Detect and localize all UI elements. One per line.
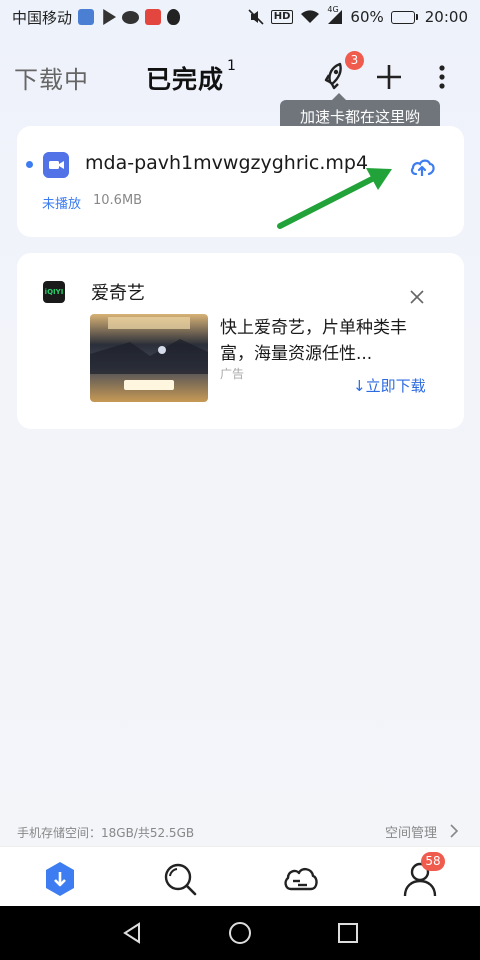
- storage-bar: 手机存储空间：18GB/共52.5GB 空间管理: [0, 820, 480, 844]
- annotation-arrow: [277, 168, 392, 229]
- cloud-upload-icon[interactable]: [409, 156, 435, 178]
- battery-percent: 60%: [350, 8, 384, 26]
- signal-group: 4G: [327, 5, 343, 25]
- battery-icon: [390, 10, 418, 24]
- play-status: 未播放: [42, 197, 82, 212]
- app-notification-icon: [78, 9, 95, 25]
- video-file-icon: [43, 152, 69, 178]
- qq-icon: [167, 9, 181, 25]
- recents-icon[interactable]: [336, 921, 360, 945]
- close-icon[interactable]: [409, 289, 425, 305]
- more-menu-button[interactable]: [432, 60, 452, 94]
- system-nav-bar: [0, 906, 480, 960]
- ad-card[interactable]: iQIYI 爱奇艺 快上爱奇艺，片单种类丰富，海量资源任性... 广告 ↓立即下…: [17, 253, 464, 429]
- bottom-nav: 58: [0, 846, 480, 906]
- ad-thumbnail-art: [90, 317, 208, 390]
- profile-badge: 58: [421, 852, 445, 871]
- storage-manage-link[interactable]: 空间管理: [385, 822, 437, 841]
- add-button[interactable]: [372, 60, 406, 94]
- unread-dot: [26, 161, 33, 168]
- chevron-right-icon[interactable]: [448, 824, 460, 838]
- nav-download-icon[interactable]: [40, 859, 80, 899]
- iqiyi-logo: iQIYI: [43, 281, 65, 303]
- completed-count: 1: [227, 58, 236, 74]
- status-bar: 中国移动 HD 4G 60% 20:00: [0, 0, 480, 34]
- carrier-label: 中国移动: [12, 8, 73, 27]
- status-right: HD 4G 60% 20:00: [248, 5, 468, 26]
- home-icon[interactable]: [228, 921, 252, 945]
- hd-icon: HD: [270, 10, 294, 24]
- header: 下载中 已完成 1 3: [0, 50, 480, 102]
- ad-thumbnail[interactable]: [90, 314, 208, 402]
- ad-download-button[interactable]: ↓立即下载: [353, 375, 426, 396]
- network-label: 4G: [327, 5, 339, 14]
- back-icon[interactable]: [120, 921, 144, 945]
- wifi-icon: [301, 10, 320, 23]
- file-size: 10.6MB: [93, 193, 143, 208]
- tab-completed[interactable]: 已完成: [146, 60, 224, 96]
- status-left: 中国移动: [12, 7, 181, 28]
- ad-label: 广告: [220, 367, 245, 381]
- app-red-icon: [145, 9, 162, 25]
- ad-headline: 快上爱奇艺，片单种类丰富，海量资源任性...: [220, 318, 407, 364]
- ad-brand: 爱奇艺: [91, 283, 145, 304]
- nav-cloud-icon[interactable]: [280, 859, 320, 899]
- wechat-icon: [122, 10, 140, 24]
- tab-downloading[interactable]: 下载中: [14, 60, 89, 95]
- play-notification-icon: [103, 9, 117, 25]
- mute-icon: [248, 9, 264, 25]
- nav-search-icon[interactable]: [160, 859, 200, 899]
- clock: 20:00: [424, 8, 468, 26]
- storage-info: 手机存储空间：18GB/共52.5GB: [17, 826, 195, 840]
- rocket-badge: 3: [345, 51, 364, 70]
